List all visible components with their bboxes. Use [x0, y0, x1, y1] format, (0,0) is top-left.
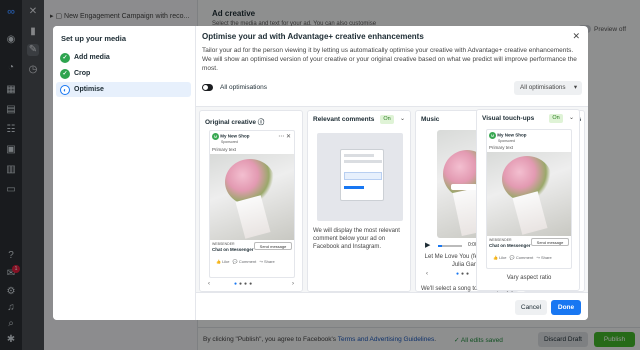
step-optimise[interactable]: ◐ Optimise: [56, 82, 191, 97]
audio-progress[interactable]: [438, 245, 462, 247]
sidebar-title: Set up your media: [61, 34, 127, 43]
sponsored-label: Sponsored: [498, 139, 515, 143]
cancel-button[interactable]: Cancel: [515, 300, 547, 315]
like-label[interactable]: Like: [499, 255, 506, 260]
bouquet-wrap: [235, 195, 271, 239]
page-avatar: M: [212, 133, 219, 140]
primary-text: Primary text: [489, 145, 514, 150]
optimisations-select[interactable]: All optimisations ▾: [514, 81, 582, 95]
bouquet-wrap: [512, 191, 548, 235]
comment-label[interactable]: Comment: [239, 259, 256, 264]
play-icon[interactable]: ▶: [425, 241, 430, 249]
shop-name: My New Shop: [497, 132, 527, 138]
cta-label: WEBSENDER: [489, 238, 512, 242]
cta-text: Chat on Messenger: [489, 243, 531, 248]
modal-title: Optimise your ad with Advantage+ creativ…: [202, 32, 424, 41]
mock-line: [344, 186, 364, 189]
sponsored-label: Sponsored: [221, 140, 238, 144]
comment-label[interactable]: Comment: [516, 255, 533, 260]
half-circle-icon: ◐: [60, 85, 70, 95]
product-image: [210, 154, 294, 240]
reaction-bar: 👍 Like 💬 Comment ↪ Share: [216, 259, 275, 264]
shop-name: My New Shop: [220, 133, 250, 139]
select-value: All optimisations: [520, 84, 566, 91]
done-button[interactable]: Done: [551, 300, 581, 315]
card-original-creative: Original creative ⓘ M My New Shop Sponso…: [199, 110, 303, 292]
status-badge: On: [549, 114, 563, 123]
card-description: We will display the most relevant commen…: [313, 228, 400, 250]
cta-label: WEBSENDER: [212, 242, 235, 246]
check-icon: ✓: [60, 69, 70, 79]
all-optimisations-label: All optimisations: [220, 84, 267, 91]
card-relevant-comments: Relevant comments On ⌄ We will display t…: [307, 110, 411, 292]
cta-text: Chat on Messenger: [212, 247, 254, 252]
reaction-bar: 👍 Like 💬 Comment ↪ Share: [493, 255, 552, 260]
card-title: Relevant comments: [313, 116, 375, 123]
all-optimisations-row: All optimisations All optimisations ▾: [202, 81, 582, 95]
chevron-down-icon: ▾: [573, 84, 577, 91]
pagination-dots: ●●●●: [234, 281, 255, 287]
pagination-dots: ●●●: [456, 271, 472, 277]
prev-arrow-icon[interactable]: ‹: [426, 271, 428, 277]
mock-line: [344, 154, 374, 157]
step-label: Crop: [74, 70, 91, 77]
chevron-down-icon[interactable]: ⌄: [569, 114, 574, 121]
page-avatar: M: [489, 132, 496, 139]
share-label[interactable]: Share: [264, 259, 275, 264]
card-title-text: Original creative: [205, 119, 256, 126]
like-label[interactable]: Like: [222, 259, 229, 264]
more-icon[interactable]: ⋯ ✕: [278, 133, 291, 140]
audio-progress-fill: [438, 245, 442, 247]
close-icon[interactable]: ✕: [572, 31, 580, 42]
status-badge: On: [380, 115, 394, 124]
page-header: M My New Shop: [489, 132, 527, 139]
modal-footer: Cancel Done: [196, 292, 588, 320]
comment-mockup: [340, 149, 384, 201]
send-message-button[interactable]: Send message: [254, 242, 292, 250]
ad-preview: M My New Shop Sponsored ⋯ ✕ Primary text…: [209, 130, 295, 278]
step-crop[interactable]: ✓ Crop: [56, 66, 191, 81]
card-title: Music: [421, 116, 440, 123]
info-icon[interactable]: ⓘ: [258, 119, 265, 126]
prev-arrow-icon[interactable]: ‹: [208, 281, 210, 287]
comments-preview: [317, 133, 403, 221]
ad-preview: M My New Shop Sponsored Primary text WEB…: [486, 129, 572, 269]
modal-steps-sidebar: Set up your media ✓ Add media ✓ Crop ◐ Opti…: [53, 26, 196, 320]
visual-touchups-panel: Visual touch-ups On ⌄ M My New Shop Spon…: [476, 109, 580, 291]
music-sticker: [451, 184, 477, 190]
primary-text: Primary text: [212, 147, 237, 152]
step-label: Add media: [74, 54, 110, 61]
next-arrow-icon[interactable]: ›: [292, 281, 294, 287]
share-label[interactable]: Share: [541, 255, 552, 260]
product-image: [487, 152, 571, 236]
card-title: Visual touch-ups: [482, 115, 535, 122]
page-header: M My New Shop: [212, 133, 250, 140]
chevron-down-icon[interactable]: ⌄: [400, 115, 405, 122]
all-optimisations-toggle[interactable]: [202, 84, 213, 91]
mock-comment: [344, 172, 382, 180]
check-icon: ✓: [60, 53, 70, 63]
step-add-media[interactable]: ✓ Add media: [56, 50, 191, 65]
send-message-button[interactable]: Send message: [531, 238, 569, 246]
mock-line: [344, 160, 382, 163]
modal-description: Tailor your ad for the person viewing it…: [202, 47, 577, 72]
card-description: Vary aspect ratio: [506, 275, 552, 281]
card-title: Original creative ⓘ: [205, 116, 264, 126]
step-label: Optimise: [74, 86, 104, 93]
